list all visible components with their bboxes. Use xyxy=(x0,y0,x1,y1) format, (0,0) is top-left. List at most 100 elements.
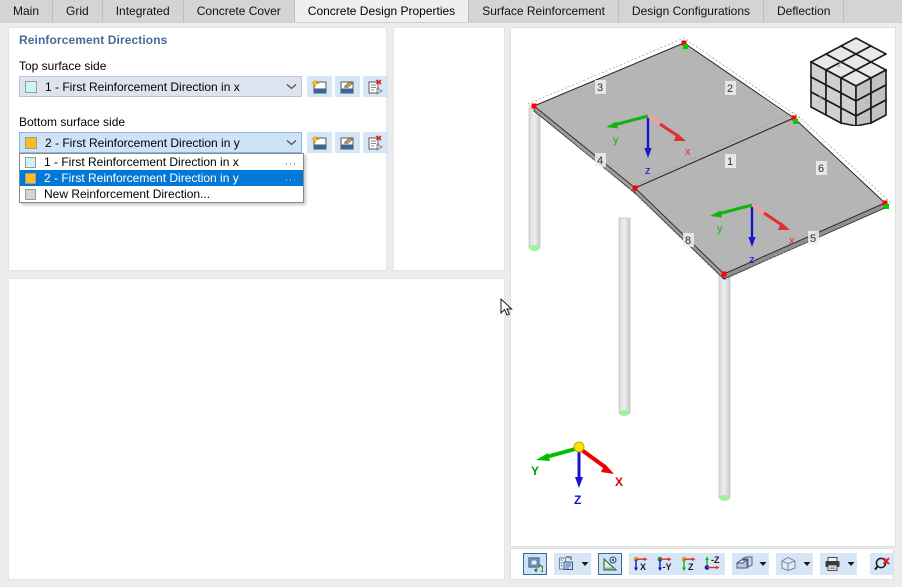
projection-mode-button[interactable] xyxy=(776,553,800,575)
view-in-minus-y-button[interactable]: -Y xyxy=(653,553,677,575)
dropdown-item-new[interactable]: New Reinforcement Direction... xyxy=(20,186,303,202)
local-axis-label-z: z xyxy=(749,254,755,266)
view-in-minus-z-button[interactable]: -Z xyxy=(701,553,725,575)
display-properties-dropdown-arrow[interactable] xyxy=(578,553,591,575)
surface-label-2: 2 xyxy=(727,83,733,95)
edit-window-icon xyxy=(340,80,354,93)
tab-bar-filler xyxy=(844,0,902,22)
svg-text:-Y: -Y xyxy=(663,562,672,572)
global-axes-indicator: Y X Z xyxy=(531,441,623,507)
dropdown-item-label: 2 - First Reinforcement Direction in y xyxy=(44,171,239,185)
delete-reinforcement-direction-button-bottom[interactable] xyxy=(363,132,388,153)
print-dropdown-arrow[interactable] xyxy=(844,553,857,575)
edit-reinforcement-direction-button-top[interactable] xyxy=(335,76,360,97)
shading-mode-dropdown-arrow[interactable] xyxy=(756,553,769,575)
view-in-z-button[interactable]: Z xyxy=(677,553,701,575)
tab-concrete-cover[interactable]: Concrete Cover xyxy=(183,0,295,22)
top-surface-side-label: Top surface side xyxy=(19,59,107,73)
navcube-label-top: z xyxy=(837,60,841,69)
tab-label: Deflection xyxy=(777,4,831,18)
bottom-surface-side-label: Bottom surface side xyxy=(19,115,126,129)
top-surface-direction-value: 1 - First Reinforcement Direction in x xyxy=(45,79,240,94)
edit-window-icon xyxy=(340,136,354,149)
zoom-reset-button[interactable] xyxy=(870,553,894,575)
application-window: Main Grid Integrated Concrete Cover Conc… xyxy=(0,0,902,587)
chevron-down-icon[interactable] xyxy=(281,139,301,146)
local-axis-label-y: y xyxy=(613,134,619,146)
print-button[interactable] xyxy=(820,553,844,575)
model-canvas[interactable]: 3 2 4 1 6 8 5 y x z y x z z y x Y X Z xyxy=(511,28,895,546)
tab-label: Concrete Design Properties xyxy=(307,4,456,18)
model-viewport[interactable]: 3 2 4 1 6 8 5 y x z y x z z y x Y X Z xyxy=(510,27,896,547)
tab-grid[interactable]: Grid xyxy=(53,0,103,22)
new-reinforcement-direction-button-bottom[interactable] xyxy=(307,132,332,153)
reinforcement-directions-panel: Reinforcement Directions Top surface sid… xyxy=(8,27,388,271)
tab-main[interactable]: Main xyxy=(0,0,54,22)
column-back-left xyxy=(528,107,541,251)
global-axis-label-z: Z xyxy=(574,493,581,507)
local-axis-label-x: x xyxy=(685,146,691,158)
ruler-protractor-icon xyxy=(603,556,618,571)
svg-text:X: X xyxy=(640,562,646,572)
view-x-icon: X xyxy=(633,556,648,572)
edit-reinforcement-direction-button-bottom[interactable] xyxy=(335,132,360,153)
measure-button[interactable] xyxy=(598,553,622,575)
tab-surface-reinforcement[interactable]: Surface Reinforcement xyxy=(469,0,619,22)
dropdown-item-label: New Reinforcement Direction... xyxy=(44,187,211,201)
global-axis-label-x: X xyxy=(615,475,623,489)
toolbar-group-measure xyxy=(598,553,622,575)
dropdown-item-ellipsis-button[interactable]: ... xyxy=(285,156,297,168)
wireframe-cube-icon xyxy=(781,556,795,571)
surface-label-3: 3 xyxy=(597,82,603,94)
tab-integrated[interactable]: Integrated xyxy=(102,0,184,22)
global-axis-label-y: Y xyxy=(531,464,539,478)
local-axis-label-x: x xyxy=(789,235,795,247)
new-reinforcement-direction-button-top[interactable] xyxy=(307,76,332,97)
tab-label: Main xyxy=(13,4,40,18)
dropdown-item-1[interactable]: 1 - First Reinforcement Direction in x .… xyxy=(20,154,303,170)
printer-icon xyxy=(825,557,839,571)
navigation-cube[interactable]: z y x xyxy=(795,34,887,126)
dropdown-item-ellipsis-button[interactable]: ... xyxy=(285,172,297,184)
bottom-surface-direction-combo[interactable]: 2 - First Reinforcement Direction in y xyxy=(19,132,302,153)
column-front xyxy=(718,267,731,501)
tab-concrete-design-properties[interactable]: Concrete Design Properties xyxy=(294,0,470,22)
tab-design-configurations[interactable]: Design Configurations xyxy=(618,0,764,22)
new-window-icon xyxy=(311,78,327,93)
chevron-down-icon[interactable] xyxy=(281,83,301,90)
bottom-surface-direction-value: 2 - First Reinforcement Direction in y xyxy=(45,135,240,150)
toolbar-group-print xyxy=(820,553,857,575)
surface-label-6: 6 xyxy=(818,163,824,175)
top-surface-direction-combo[interactable]: 1 - First Reinforcement Direction in x xyxy=(19,76,302,97)
color-swatch xyxy=(25,172,36,184)
tab-bar: Main Grid Integrated Concrete Cover Conc… xyxy=(0,0,902,23)
details-panel xyxy=(8,278,505,580)
toolbar-group-axis-views: X -Y Z -Z xyxy=(629,553,725,575)
tab-deflection[interactable]: Deflection xyxy=(764,0,845,22)
projection-mode-dropdown-arrow[interactable] xyxy=(800,553,813,575)
toolbar-group-projection xyxy=(776,553,813,575)
svg-text:-Z: -Z xyxy=(711,556,720,565)
toolbar-group-render xyxy=(523,553,547,575)
toolbar-group-display xyxy=(554,553,591,575)
color-swatch xyxy=(25,156,36,168)
view-z-icon: Z xyxy=(681,556,696,572)
dropdown-item-2[interactable]: 2 - First Reinforcement Direction in y .… xyxy=(20,170,303,186)
delete-reinforcement-direction-button-top[interactable] xyxy=(363,76,388,97)
color-swatch xyxy=(25,80,37,93)
delete-entry-icon xyxy=(368,134,383,151)
navcube-label-right: x xyxy=(865,97,869,106)
rendering-toggle-button[interactable] xyxy=(523,553,547,575)
bottom-surface-direction-dropdown-list[interactable]: 1 - First Reinforcement Direction in x .… xyxy=(19,153,304,203)
view-toolbar: X -Y Z -Z xyxy=(510,548,894,580)
display-properties-button[interactable] xyxy=(554,553,578,575)
delete-entry-icon xyxy=(368,78,383,95)
surface-label-5: 5 xyxy=(810,233,816,245)
render-mode-icon xyxy=(528,557,543,572)
view-in-x-button[interactable]: X xyxy=(629,553,653,575)
solid-blocks-icon xyxy=(735,556,752,569)
svg-text:Z: Z xyxy=(688,562,694,572)
toolbar-group-zoom xyxy=(870,553,894,575)
shading-mode-button[interactable] xyxy=(732,553,756,575)
column-mid xyxy=(618,217,631,416)
